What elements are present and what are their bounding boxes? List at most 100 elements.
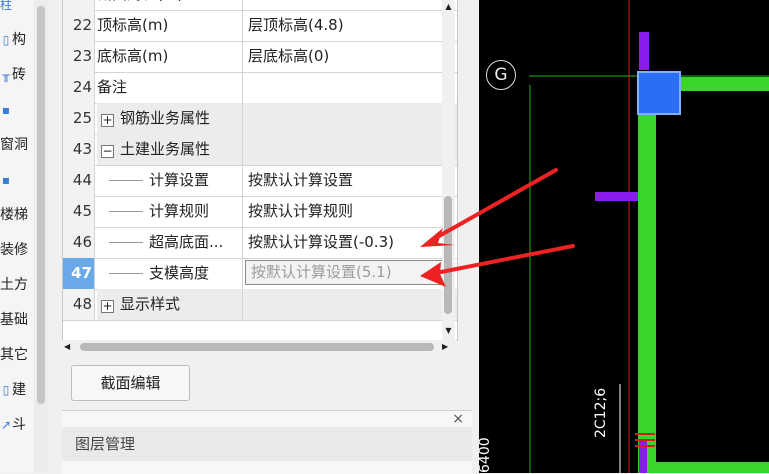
scroll-down-icon[interactable]: ▼ bbox=[442, 326, 455, 335]
nav-item[interactable]: ▯ 构 bbox=[0, 29, 26, 51]
property-row[interactable]: 43− 土建业务属性 bbox=[63, 134, 457, 166]
nav-item-label: 其它 bbox=[0, 347, 28, 363]
property-row[interactable]: 46 超高底面... 按默认计算设置(-0.3) bbox=[63, 227, 457, 259]
scroll-left-icon[interactable]: ◀ bbox=[64, 340, 70, 354]
opening-mark-top bbox=[639, 32, 649, 70]
property-name-cell[interactable]: 超高底面... bbox=[97, 227, 243, 258]
property-value[interactable] bbox=[243, 289, 457, 320]
property-name: 顶标高(m) bbox=[97, 16, 169, 34]
nav-item-label: 基础 bbox=[0, 312, 28, 328]
property-grid-vertical-scrollbar[interactable]: ▲ ▼ bbox=[442, 0, 455, 340]
row-number[interactable]: 47 bbox=[63, 258, 95, 289]
property-row[interactable]: 22 顶标高(m) 层顶标高(4.8) bbox=[63, 10, 457, 42]
nav-item[interactable]: 柱 bbox=[0, 0, 12, 16]
nav-item-label: 楼梯 bbox=[0, 207, 28, 223]
property-name-cell[interactable]: 备注 bbox=[97, 72, 243, 103]
nav-item-label: 建 bbox=[12, 382, 26, 398]
property-value[interactable] bbox=[243, 134, 457, 165]
tree-connector bbox=[109, 242, 143, 243]
nav-item-label: 土方 bbox=[0, 277, 28, 293]
property-row[interactable]: 44 计算设置 按默认计算设置 bbox=[63, 165, 457, 197]
nav-item-label: 窗洞 bbox=[0, 137, 28, 153]
vertical-scroll-thumb[interactable] bbox=[444, 196, 452, 314]
property-value[interactable]: 层顶标高(4.8) bbox=[243, 10, 457, 41]
nav-item[interactable]: ▪ bbox=[0, 99, 12, 121]
property-value[interactable] bbox=[243, 103, 457, 134]
property-name-cell[interactable]: 底标高(m) bbox=[97, 41, 243, 72]
property-name: 计算设置 bbox=[149, 171, 210, 189]
wall-horizontal-bottom bbox=[654, 462, 769, 473]
property-row[interactable]: 48 + 显示样式 bbox=[63, 289, 457, 321]
scroll-right-icon[interactable]: ▶ bbox=[442, 340, 448, 354]
row-number[interactable]: 45 bbox=[63, 196, 95, 227]
tree-connector bbox=[109, 211, 143, 212]
cad-graphics bbox=[529, 0, 769, 473]
horizontal-scroll-thumb[interactable] bbox=[80, 343, 434, 351]
nav-item[interactable]: ↗斗 bbox=[0, 414, 26, 436]
property-name-cell[interactable]: 支模高度 bbox=[97, 258, 243, 289]
property-value[interactable]: 按默认计算设置 bbox=[243, 165, 457, 196]
row-number[interactable]: 23 bbox=[63, 41, 95, 72]
expand-icon[interactable]: + bbox=[101, 114, 114, 127]
close-icon[interactable]: × bbox=[452, 411, 464, 427]
scroll-up-icon[interactable]: ▲ bbox=[442, 2, 455, 11]
cad-drawing-canvas[interactable]: G 2C12;6 6400 bbox=[479, 0, 769, 473]
property-value[interactable]: 按默认计算设置(-0.3) bbox=[243, 227, 457, 258]
nav-item-label: 装修 bbox=[0, 242, 28, 258]
nav-item[interactable]: 窗洞 bbox=[0, 134, 28, 156]
nav-item[interactable]: ▪ bbox=[0, 169, 12, 191]
nav-item[interactable]: 装修 bbox=[0, 239, 28, 261]
property-name: 土建业务属性 bbox=[120, 140, 211, 158]
property-value[interactable]: 层底标高(0) bbox=[243, 41, 457, 72]
column[interactable] bbox=[637, 71, 681, 115]
property-row[interactable]: 25 + 钢筋业务属性 bbox=[63, 103, 457, 135]
row-number[interactable]: 21 bbox=[63, 0, 95, 10]
left-nav-scroll-thumb[interactable] bbox=[37, 6, 45, 404]
row-number[interactable]: 25 bbox=[63, 103, 95, 134]
property-value[interactable]: 2.4 bbox=[243, 0, 457, 10]
column-icon: 柱 bbox=[0, 0, 13, 12]
property-name-cell[interactable]: − 土建业务属性 bbox=[97, 134, 243, 165]
property-name-cell[interactable]: 计算规则 bbox=[97, 196, 243, 227]
tree-connector bbox=[109, 180, 143, 181]
nav-item-label: 构 bbox=[12, 32, 26, 48]
wall-vertical bbox=[638, 84, 656, 473]
property-value[interactable]: 按默认计算规则 bbox=[243, 196, 457, 227]
expand-icon[interactable]: + bbox=[101, 300, 114, 313]
nav-item[interactable]: 其它 bbox=[0, 344, 28, 366]
property-value-field[interactable]: 按默认计算设置(5.1) bbox=[245, 260, 451, 285]
row-number[interactable]: 22 bbox=[63, 10, 95, 41]
property-row[interactable]: 24 备注 bbox=[63, 72, 457, 104]
item-icon: ▪ bbox=[1, 103, 11, 117]
nav-item[interactable]: ▯ 建 bbox=[0, 379, 26, 401]
opening-mark-left bbox=[595, 192, 638, 201]
property-grid-horizontal-scrollbar[interactable]: ◀ ▶ bbox=[62, 340, 456, 354]
property-name: 截面周长(m) bbox=[97, 0, 183, 3]
property-row[interactable]: 47 支模高度 按默认计算设置(5.1) bbox=[63, 258, 457, 290]
property-name-cell[interactable]: 顶标高(m) bbox=[97, 10, 243, 41]
nav-item[interactable]: ╥ 砖 bbox=[0, 64, 26, 86]
nav-item[interactable]: 楼梯 bbox=[0, 204, 28, 226]
left-nav-scrollbar[interactable] bbox=[34, 0, 48, 473]
row-number[interactable]: 46 bbox=[63, 227, 95, 258]
brick-wall-icon: ╥ bbox=[2, 68, 10, 82]
row-number[interactable]: 24 bbox=[63, 72, 95, 103]
property-name-cell[interactable]: + 显示样式 bbox=[97, 289, 243, 320]
property-name-cell[interactable]: 计算设置 bbox=[97, 165, 243, 196]
property-name-cell[interactable]: 截面周长(m) bbox=[97, 0, 243, 10]
property-name-cell[interactable]: + 钢筋业务属性 bbox=[97, 103, 243, 134]
property-value[interactable] bbox=[243, 72, 457, 103]
nav-item[interactable]: 土方 bbox=[0, 274, 28, 296]
row-number[interactable]: 48 bbox=[63, 289, 95, 320]
property-row[interactable]: 23 底标高(m) 层底标高(0) bbox=[63, 41, 457, 73]
property-name: 支模高度 bbox=[149, 264, 210, 282]
property-name: 计算规则 bbox=[149, 202, 210, 220]
properties-panel: 21截面周长(m) 2.4 22顶标高(m) 层顶标高(4.8) 23底标高(m) 层底标… bbox=[50, 0, 473, 474]
row-number[interactable]: 44 bbox=[63, 165, 95, 196]
property-row[interactable]: 45 计算规则 按默认计算规则 bbox=[63, 196, 457, 228]
nav-item[interactable]: 基础 bbox=[0, 309, 28, 331]
dimension-label: 6400 bbox=[479, 437, 493, 473]
section-edit-button[interactable]: 截面编辑 bbox=[71, 365, 190, 401]
collapse-icon[interactable]: − bbox=[101, 145, 114, 158]
row-number[interactable]: 43 bbox=[63, 134, 95, 165]
